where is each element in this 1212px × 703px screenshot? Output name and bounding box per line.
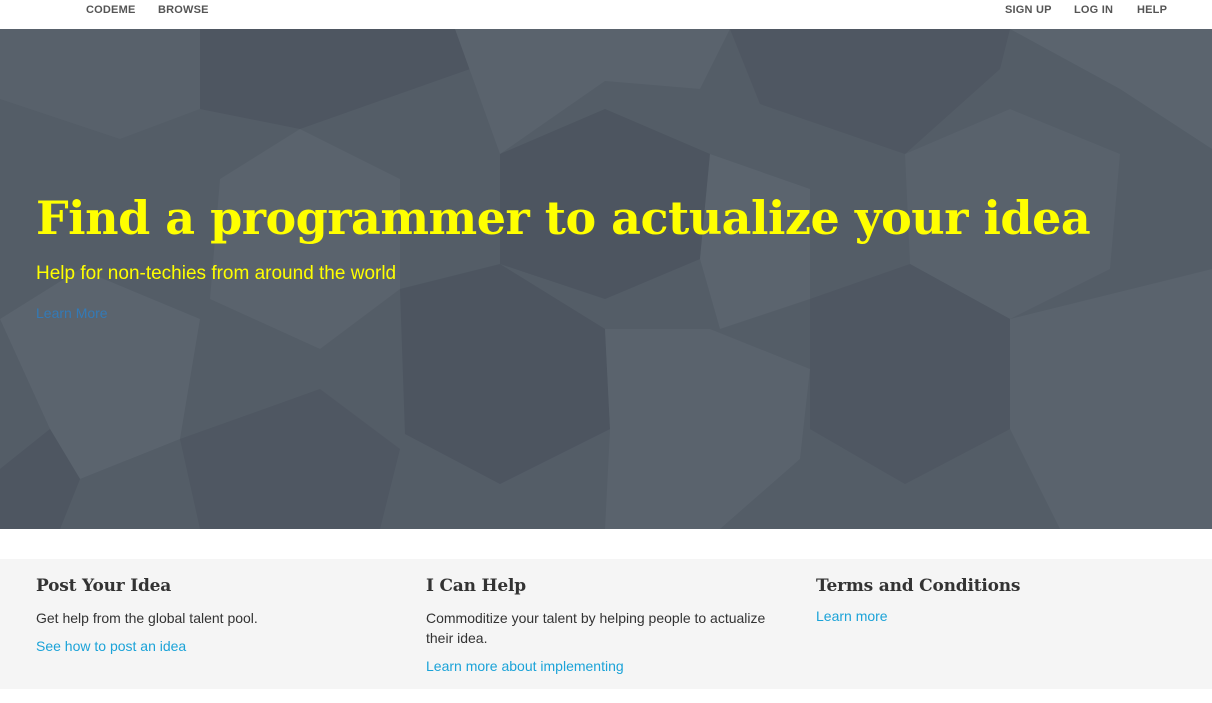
feature-title: Post Your Idea	[36, 576, 172, 596]
feature-terms: Terms and Conditions Learn more	[816, 559, 1176, 624]
feature-description: Get help from the global talent pool.	[36, 610, 258, 626]
top-navigation: CODEME BROWSE SIGN UP LOG IN HELP	[0, 0, 1212, 29]
feature-description: Commoditize your talent by helping peopl…	[426, 610, 766, 646]
feature-i-can-help: I Can Help Commoditize your talent by he…	[426, 559, 786, 674]
features-section: Post Your Idea Get help from the global …	[0, 559, 1212, 689]
brand-link[interactable]: CODEME	[86, 4, 135, 16]
hero-banner: Find a programmer to actualize your idea…	[0, 29, 1212, 529]
post-idea-link[interactable]: See how to post an idea	[36, 638, 396, 654]
sign-up-link[interactable]: SIGN UP	[1005, 4, 1052, 16]
log-in-link[interactable]: LOG IN	[1074, 4, 1113, 16]
feature-title: Terms and Conditions	[816, 576, 1021, 596]
hero-subtitle: Help for non-techies from around the wor…	[36, 263, 397, 284]
hero-learn-more-link[interactable]: Learn More	[36, 305, 108, 321]
feature-post-idea: Post Your Idea Get help from the global …	[36, 559, 396, 654]
feature-title: I Can Help	[426, 576, 526, 596]
browse-link[interactable]: BROWSE	[158, 4, 209, 16]
help-link[interactable]: HELP	[1137, 4, 1167, 16]
implementing-link[interactable]: Learn more about implementing	[426, 658, 786, 674]
hero-title: Find a programmer to actualize your idea	[36, 191, 1091, 245]
terms-learn-more-link[interactable]: Learn more	[816, 608, 1176, 624]
